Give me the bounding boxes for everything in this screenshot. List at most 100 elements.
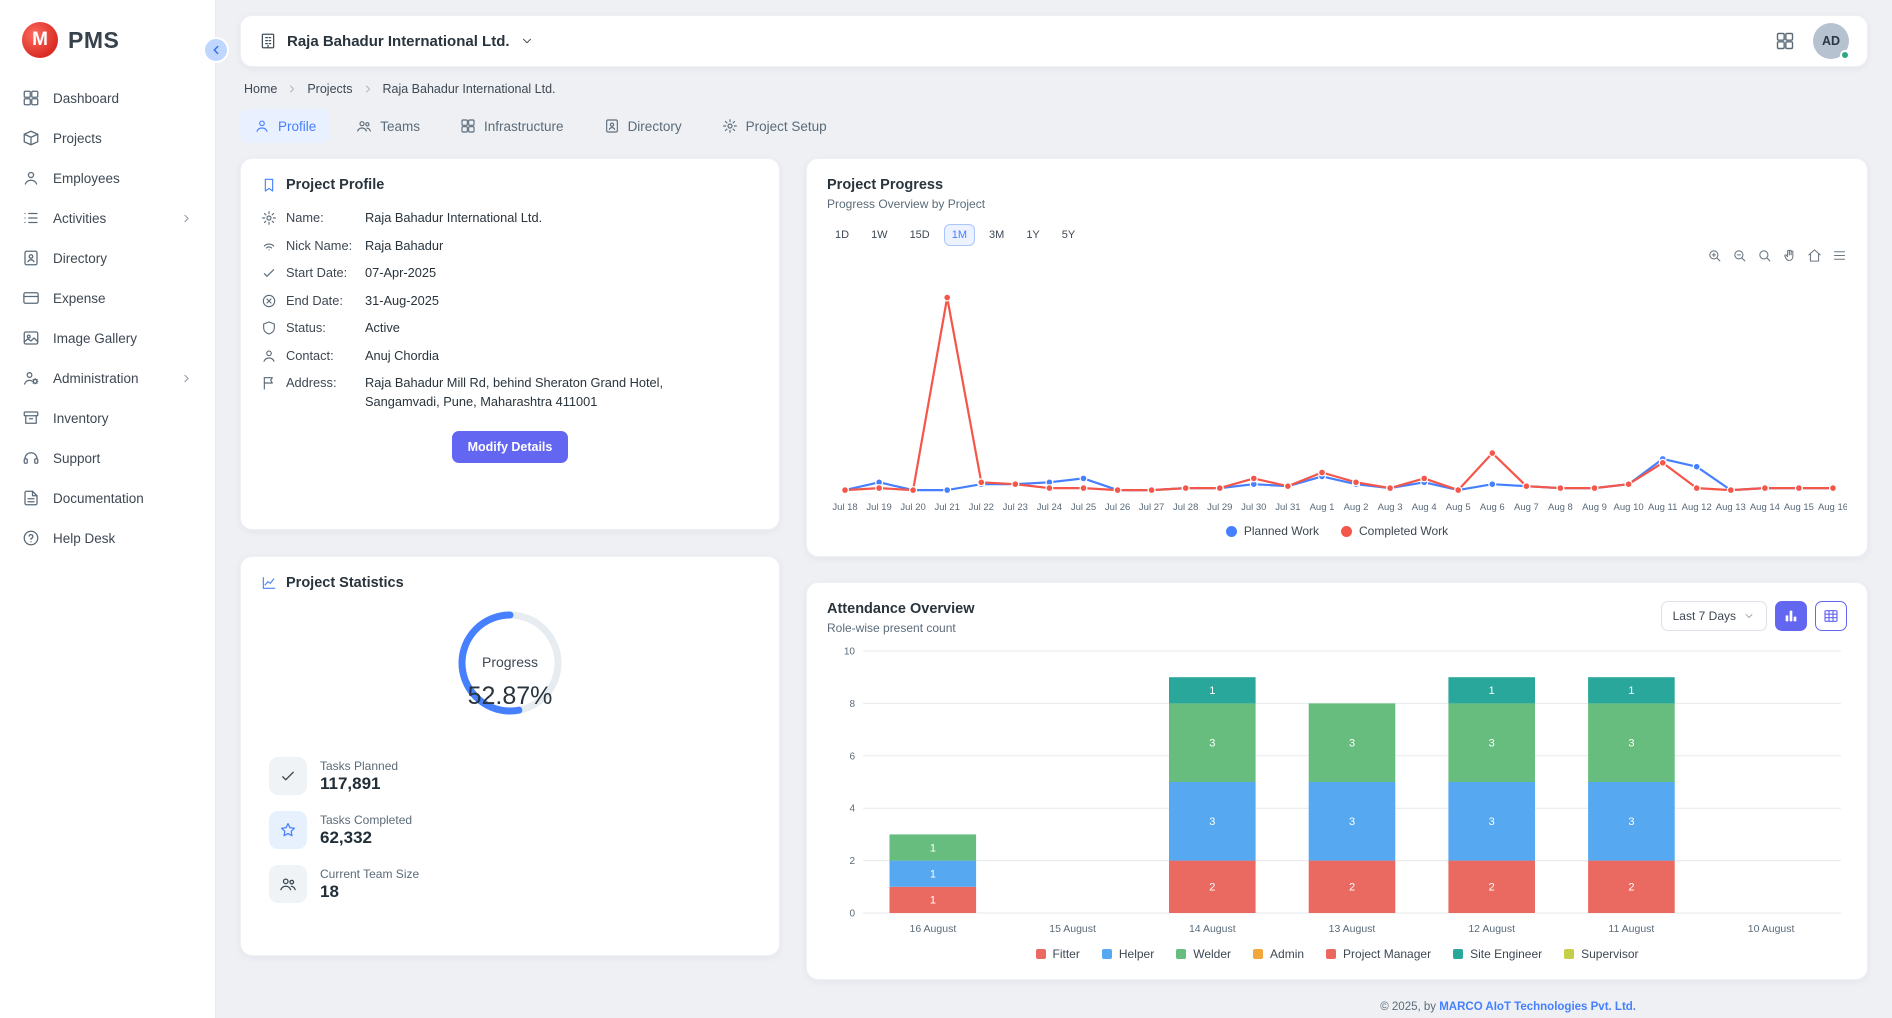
- bookmark-icon: [261, 177, 277, 193]
- sidebar-item-projects[interactable]: Projects: [0, 118, 215, 158]
- tab-teams[interactable]: Teams: [342, 109, 434, 143]
- legend-item-project-manager[interactable]: Project Manager: [1326, 947, 1431, 961]
- contact-book-icon: [22, 249, 40, 267]
- sidebar-item-label: Help Desk: [53, 531, 115, 546]
- attendance-titles: Attendance Overview Role-wise present co…: [827, 601, 974, 635]
- sidebar-item-directory[interactable]: Directory: [0, 238, 215, 278]
- company-name: Raja Bahadur International Ltd.: [287, 33, 510, 50]
- range-button-1m[interactable]: 1M: [944, 224, 975, 246]
- svg-text:3: 3: [1209, 816, 1215, 828]
- sidebar-item-activities[interactable]: Activities: [0, 198, 215, 238]
- sidebar-item-expense[interactable]: Expense: [0, 278, 215, 318]
- breadcrumb-separator-icon: [362, 83, 374, 95]
- legend-marker: [1326, 949, 1336, 959]
- breadcrumb-item-home[interactable]: Home: [244, 82, 277, 96]
- breadcrumb: HomeProjectsRaja Bahadur International L…: [244, 82, 1864, 96]
- project-progress-chart[interactable]: Jul 18Jul 19Jul 20Jul 21Jul 22Jul 23Jul …: [827, 266, 1847, 518]
- legend-item-planned-work[interactable]: Planned Work: [1226, 524, 1319, 538]
- svg-text:2: 2: [1628, 882, 1634, 894]
- range-button-1d[interactable]: 1D: [827, 224, 857, 246]
- attendance-chart[interactable]: 024681011116 August15 August233114 Augus…: [827, 643, 1847, 941]
- legend-item-welder[interactable]: Welder: [1176, 947, 1231, 961]
- range-button-5y[interactable]: 5Y: [1054, 224, 1083, 246]
- svg-text:Aug 7: Aug 7: [1514, 502, 1539, 513]
- menu-icon[interactable]: [1832, 248, 1847, 263]
- svg-text:Jul 18: Jul 18: [832, 502, 857, 513]
- view-toggle-bar-chart-icon[interactable]: [1775, 601, 1807, 631]
- legend-label: Helper: [1119, 947, 1154, 961]
- range-button-15d[interactable]: 15D: [902, 224, 938, 246]
- legend-marker: [1036, 949, 1046, 959]
- zoom-out-icon[interactable]: [1732, 248, 1747, 263]
- legend-item-supervisor[interactable]: Supervisor: [1564, 947, 1638, 961]
- legend-item-helper[interactable]: Helper: [1102, 947, 1154, 961]
- dashboard-grid-icon: [22, 89, 40, 107]
- field-label: Name:: [286, 209, 356, 228]
- sidebar-item-administration[interactable]: Administration: [0, 358, 215, 398]
- copyright-text: © 2025, by: [1380, 1001, 1439, 1013]
- svg-text:1: 1: [1628, 685, 1634, 697]
- home-icon[interactable]: [1807, 248, 1822, 263]
- shield-icon: [261, 320, 277, 336]
- range-button-3m[interactable]: 3M: [981, 224, 1012, 246]
- chart-line-icon: [261, 575, 277, 591]
- date-range-select[interactable]: Last 7 Days: [1661, 601, 1767, 631]
- svg-text:10 August: 10 August: [1748, 923, 1795, 935]
- sidebar-item-employees[interactable]: Employees: [0, 158, 215, 198]
- field-label: End Date:: [286, 292, 356, 311]
- svg-text:Aug 8: Aug 8: [1548, 502, 1573, 513]
- project-statistics-card: Project Statistics Progress 52.87% Tasks…: [240, 556, 780, 956]
- tab-infrastructure[interactable]: Infrastructure: [446, 109, 578, 143]
- view-toggle-table-icon[interactable]: [1815, 601, 1847, 631]
- apps-grid-icon[interactable]: [1775, 31, 1795, 51]
- legend-item-fitter[interactable]: Fitter: [1036, 947, 1080, 961]
- tab-directory[interactable]: Directory: [590, 109, 696, 143]
- legend-item-completed-work[interactable]: Completed Work: [1341, 524, 1448, 538]
- sidebar-item-help-desk[interactable]: Help Desk: [0, 518, 215, 558]
- company-link[interactable]: MARCO AIoT Technologies Pvt. Ltd.: [1439, 1001, 1636, 1013]
- legend-item-site-engineer[interactable]: Site Engineer: [1453, 947, 1542, 961]
- range-button-1w[interactable]: 1W: [863, 224, 896, 246]
- legend-label: Welder: [1193, 947, 1231, 961]
- zoom-in-icon[interactable]: [1707, 248, 1722, 263]
- profile-field-start-date: Start Date:07-Apr-2025: [261, 264, 759, 283]
- sidebar-item-dashboard[interactable]: Dashboard: [0, 78, 215, 118]
- zoom-select-icon[interactable]: [1757, 248, 1772, 263]
- legend-item-admin[interactable]: Admin: [1253, 947, 1304, 961]
- tab-project-setup[interactable]: Project Setup: [708, 109, 841, 143]
- profile-fields: Name:Raja Bahadur International Ltd.Nick…: [261, 209, 759, 411]
- sidebar-item-label: Administration: [53, 371, 139, 386]
- field-value: Active: [365, 319, 400, 338]
- svg-text:Jul 21: Jul 21: [935, 502, 960, 513]
- profile-card-title-row: Project Profile: [261, 177, 759, 193]
- stat-value: 62,332: [320, 828, 412, 848]
- app-logo[interactable]: M PMS: [0, 6, 215, 78]
- user-icon: [261, 348, 277, 364]
- sidebar-item-image-gallery[interactable]: Image Gallery: [0, 318, 215, 358]
- field-label: Status:: [286, 319, 356, 338]
- avatar[interactable]: AD: [1813, 23, 1849, 59]
- stat-row-tasks-planned: Tasks Planned 117,891: [269, 757, 751, 795]
- dashboard-grid-icon: [460, 118, 476, 134]
- legend-label: Site Engineer: [1470, 947, 1542, 961]
- check-icon: [269, 757, 307, 795]
- tab-profile[interactable]: Profile: [240, 109, 330, 143]
- sidebar-item-documentation[interactable]: Documentation: [0, 478, 215, 518]
- sidebar-collapse-button[interactable]: [203, 37, 229, 63]
- company-selector[interactable]: Raja Bahadur International Ltd.: [259, 32, 534, 50]
- stats-card-title: Project Statistics: [286, 575, 404, 591]
- field-value: Anuj Chordia: [365, 347, 439, 366]
- bar-chart-icon: [1783, 608, 1799, 624]
- tab-label: Directory: [628, 119, 682, 134]
- breadcrumb-item-projects[interactable]: Projects: [307, 82, 352, 96]
- range-button-1y[interactable]: 1Y: [1018, 224, 1047, 246]
- svg-text:Aug 4: Aug 4: [1412, 502, 1437, 513]
- sidebar-item-inventory[interactable]: Inventory: [0, 398, 215, 438]
- online-status-dot: [1840, 50, 1850, 60]
- profile-field-name: Name:Raja Bahadur International Ltd.: [261, 209, 759, 228]
- chevron-down-icon: [520, 34, 534, 48]
- pan-icon[interactable]: [1782, 248, 1797, 263]
- flag-icon: [261, 375, 277, 391]
- sidebar-item-support[interactable]: Support: [0, 438, 215, 478]
- modify-details-button[interactable]: Modify Details: [452, 431, 569, 463]
